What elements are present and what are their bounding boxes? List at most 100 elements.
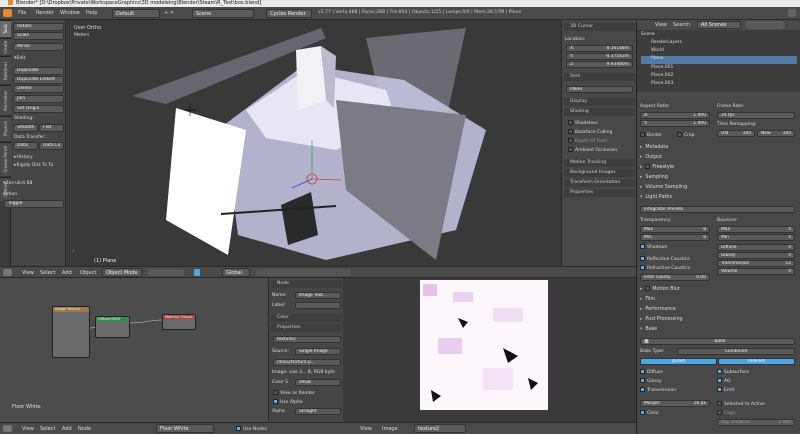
checkbox-icon[interactable] <box>717 378 722 383</box>
checkbox-icon[interactable] <box>568 129 573 134</box>
border-option[interactable]: Border <box>640 132 662 138</box>
scene-select[interactable]: Scene <box>192 9 254 18</box>
data-layout-button[interactable]: Data La <box>39 142 64 150</box>
tab-grease-pencil[interactable]: Grease Pencil <box>0 142 11 176</box>
reflective-caustics-option[interactable]: Reflective Caustics <box>640 256 690 262</box>
checkbox-icon[interactable] <box>645 286 651 291</box>
shadows-option[interactable]: Shadows <box>640 244 667 250</box>
layout-add-icon[interactable]: + ✕ <box>164 10 174 16</box>
metadata-section[interactable]: ▸ Metadata <box>640 144 798 152</box>
integrator-presets-select[interactable]: Integrator Presets <box>640 206 795 213</box>
menu-add[interactable]: Add <box>62 270 72 276</box>
checkbox-icon[interactable] <box>717 387 722 392</box>
fps-select[interactable]: 24 fps <box>717 112 795 119</box>
node-header[interactable]: Image Texture <box>53 307 89 312</box>
bake-emit-option[interactable]: Emit <box>717 387 734 393</box>
motion-blur-section[interactable]: ▸ Motion Blur <box>640 286 798 294</box>
checkbox-icon[interactable] <box>717 410 722 415</box>
use-alpha-option[interactable]: Use Alpha <box>273 399 303 405</box>
texture-select[interactable]: texture2 <box>273 336 341 343</box>
edit-header[interactable]: ▾ Edit <box>14 55 25 61</box>
transform-orientation-header[interactable]: Transform Orientation <box>564 179 635 187</box>
menu-help[interactable]: Help <box>86 10 97 16</box>
checkbox-icon[interactable] <box>645 164 651 169</box>
item-header[interactable]: Item <box>564 73 635 81</box>
menu-view[interactable]: View <box>360 426 372 432</box>
manipulator-icon[interactable] <box>194 269 200 276</box>
filter-glossy-field[interactable]: Filter Glossy 0.00 <box>640 274 710 281</box>
bake-subsurface-option[interactable]: Subsurface <box>717 369 749 375</box>
color-header[interactable]: Color <box>271 314 342 322</box>
flat-button[interactable]: Flat <box>39 124 64 132</box>
cage-option[interactable]: Cage <box>717 410 736 416</box>
checkbox-icon[interactable] <box>640 410 645 415</box>
checkbox-icon[interactable] <box>236 426 241 431</box>
outliner-filter-select[interactable]: All Scenes <box>697 21 741 29</box>
selected-to-active-option[interactable]: Selected to Active <box>717 401 765 407</box>
menu-render[interactable]: Render <box>36 10 54 16</box>
checkbox-icon[interactable] <box>640 265 645 270</box>
ambient-occlusion-option[interactable]: Ambient Occlusion <box>568 147 617 153</box>
item-name-field[interactable]: Plane <box>566 86 633 93</box>
bounces-min-field[interactable]: Min 4 <box>717 234 795 241</box>
film-section[interactable]: ▸ Film <box>640 296 798 304</box>
direct-toggle[interactable]: Direct <box>640 358 717 365</box>
bake-transmission-option[interactable]: Transmission <box>640 387 676 393</box>
operator-header[interactable]: ▾ Zerrulcrt.68 <box>3 180 32 186</box>
editor-type-icon[interactable] <box>3 9 12 17</box>
checkbox-icon[interactable] <box>568 147 573 152</box>
menu-image[interactable]: Image <box>382 426 398 432</box>
delete-button[interactable]: Delete <box>13 85 64 93</box>
margin-field[interactable]: Margin: 16 px <box>640 400 710 407</box>
smooth-button[interactable]: Smooth <box>13 124 38 132</box>
scale-button[interactable]: Scale <box>13 32 64 40</box>
bake-button[interactable]: ◙ Bake <box>640 338 795 345</box>
sampling-section[interactable]: ▸ Sampling <box>640 174 798 182</box>
outliner-search-input[interactable] <box>745 21 785 29</box>
action-select[interactable]: Toggle <box>4 200 64 208</box>
aspect-y-field[interactable]: Y: 1.000 <box>640 120 710 127</box>
old-field[interactable]: Old 100 <box>717 130 755 137</box>
history-item[interactable]: ▸ Rigidy Dist To Ta <box>14 162 53 168</box>
orientation-select[interactable]: Global <box>222 268 250 277</box>
tab-create[interactable]: Create <box>0 38 11 55</box>
checkbox-icon[interactable] <box>677 132 682 137</box>
checkbox-icon[interactable] <box>568 138 573 143</box>
performance-section[interactable]: ▸ Performance <box>640 306 798 314</box>
properties-header[interactable]: Properties <box>271 324 342 332</box>
transmission-bounces-field[interactable]: Transmission 12 <box>717 260 795 267</box>
editor-type-icon[interactable] <box>3 269 12 276</box>
use-nodes-option[interactable]: Use Nodes <box>236 426 267 432</box>
node-name-field[interactable]: Image Text... <box>295 292 341 299</box>
render-engine-select[interactable]: Cycles Render <box>266 9 312 18</box>
light-paths-section[interactable]: ▾ Light Paths <box>640 194 798 202</box>
checkbox-icon[interactable] <box>717 369 722 374</box>
view-as-render-option[interactable]: View as Render <box>273 390 315 396</box>
3d-viewport[interactable]: User Ortho Meters (1) Plane ⟂ <box>66 20 561 266</box>
freestyle-section[interactable]: ▸ Freestyle <box>640 164 798 172</box>
menu-select[interactable]: Select <box>40 270 55 276</box>
menu-file[interactable]: File <box>18 10 26 16</box>
diffuse-bounces-field[interactable]: Diffuse 4 <box>717 244 795 251</box>
menu-view[interactable]: View <box>655 22 667 28</box>
outliner-item-plane-002[interactable]: Plane.002 <box>651 73 673 78</box>
checkbox-icon[interactable] <box>640 244 645 249</box>
outliner-item-plane[interactable]: Plane <box>641 56 797 64</box>
mirror-button[interactable]: Mirror <box>13 43 64 51</box>
image-select[interactable]: texture2 <box>414 424 466 433</box>
properties-header[interactable]: Properties <box>564 189 635 197</box>
tab-animation[interactable]: Animation <box>0 85 11 115</box>
cursor-z-field[interactable]: Z: 9.93480m <box>566 61 633 68</box>
menu-select[interactable]: Select <box>40 426 55 432</box>
rotate-button[interactable]: Rotate <box>13 23 64 31</box>
material-select[interactable]: Floor White <box>156 424 214 433</box>
fullscreen-icon[interactable] <box>788 9 796 17</box>
transparency-max-field[interactable]: Max 8 <box>640 226 710 233</box>
duplicate-linked-button[interactable]: Duplicate Linked <box>13 76 64 84</box>
3d-cursor-header[interactable]: 3D Cursor <box>564 23 635 31</box>
image-texture-node[interactable]: Image Texture <box>52 306 90 358</box>
checkbox-icon[interactable] <box>273 390 278 395</box>
menu-object[interactable]: Object <box>80 270 96 276</box>
crop-option[interactable]: Crop <box>677 132 695 138</box>
shading-header[interactable]: Shading <box>564 108 635 116</box>
